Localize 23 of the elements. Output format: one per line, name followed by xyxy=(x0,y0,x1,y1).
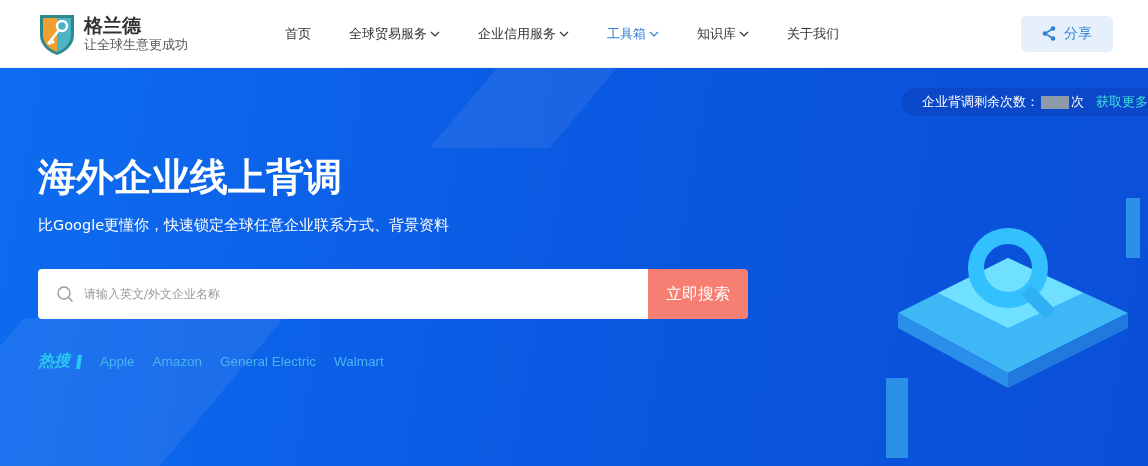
search-button[interactable]: 立即搜索 xyxy=(648,269,748,319)
get-more-link[interactable]: 获取更多 xyxy=(1096,93,1148,111)
hot-search-link[interactable]: General Electric xyxy=(220,354,317,369)
nav-link[interactable]: 企业信用服务 xyxy=(459,24,588,43)
brand-slogan: 让全球生意更成功 xyxy=(84,35,188,54)
hero-title: 海外企业线上背调 xyxy=(38,154,343,201)
quota-unit: 次 xyxy=(1071,93,1084,111)
nav-link[interactable]: 关于我们 xyxy=(768,24,858,43)
slash-mark-icon xyxy=(76,354,82,369)
share-button[interactable]: 分享 xyxy=(1021,15,1113,52)
nav-link[interactable]: 知识库 xyxy=(678,24,768,43)
search-icon xyxy=(56,285,74,303)
hero-subtitle: 比Google更懂你，快速锁定全球任意企业联系方式、背景资料 xyxy=(38,216,451,235)
search-field[interactable]: 请输入英文/外文企业名称 xyxy=(38,269,648,319)
nav-link[interactable]: 全球贸易服务 xyxy=(330,24,459,43)
share-icon xyxy=(1042,26,1056,41)
redacted-block xyxy=(1041,95,1069,109)
nav-link[interactable]: 工具箱 xyxy=(588,24,678,43)
hot-search-label: 热搜 xyxy=(38,351,70,372)
brand-name: 格兰德 xyxy=(84,13,142,36)
hot-search-link[interactable]: Walmart xyxy=(334,354,384,369)
nav-link[interactable]: 首页 xyxy=(266,24,330,43)
quota-label: 企业背调剩余次数： xyxy=(922,93,1039,111)
